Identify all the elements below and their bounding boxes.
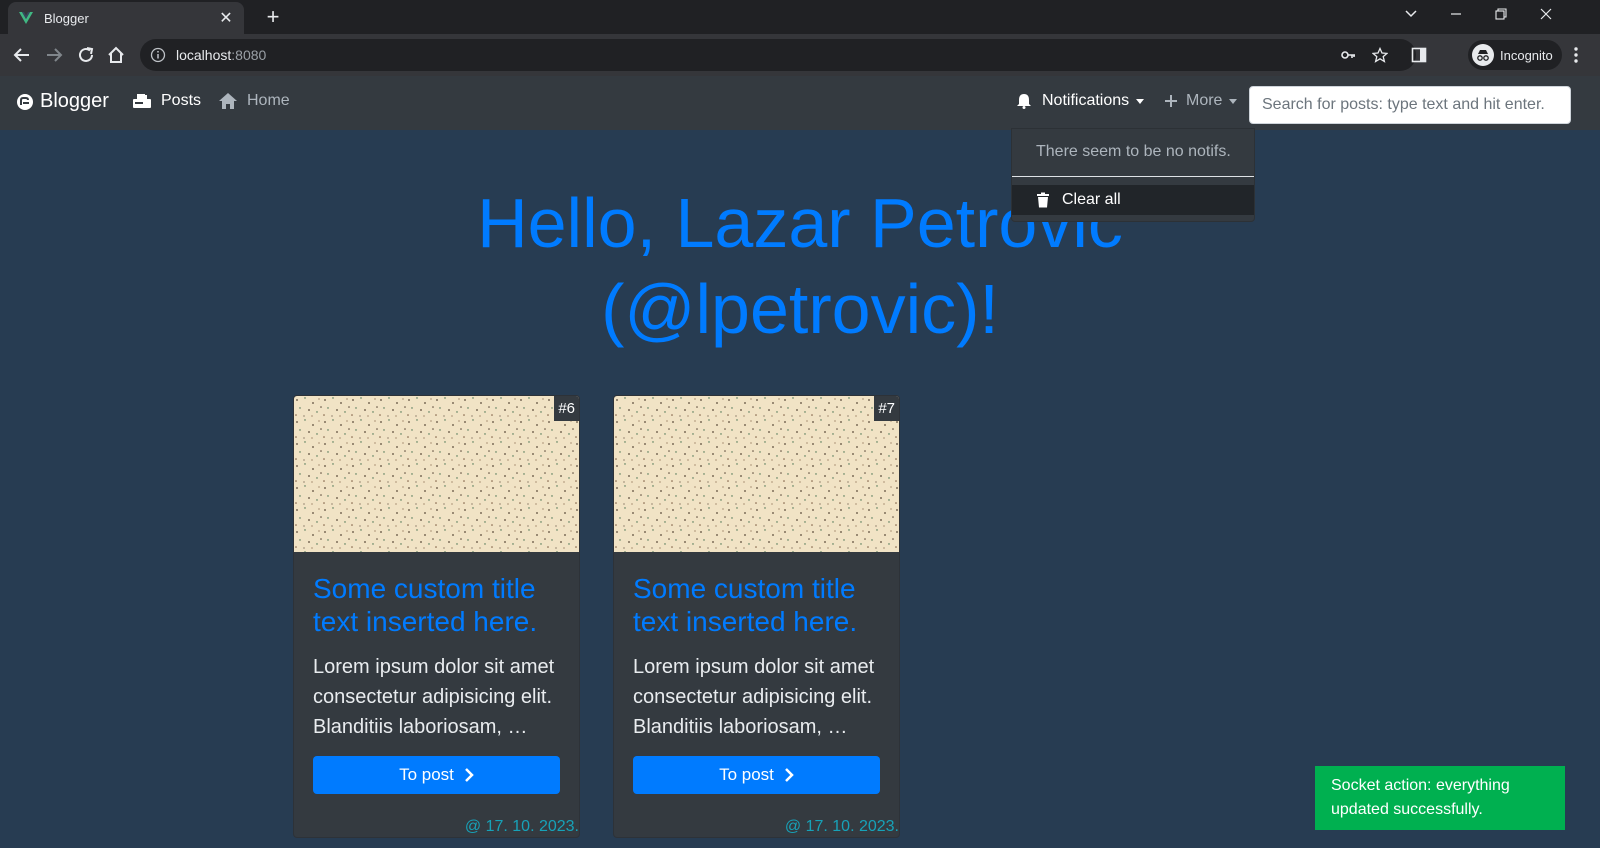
caret-down-icon — [1229, 98, 1238, 104]
side-panel-icon[interactable] — [1411, 47, 1427, 63]
url-text: localhost:8080 — [176, 47, 267, 63]
address-bar[interactable]: localhost:8080 — [140, 39, 1416, 71]
clear-all-label: Clear all — [1062, 191, 1121, 208]
to-post-label: To post — [399, 765, 454, 784]
blogger-logo-icon — [17, 93, 33, 110]
bell-icon — [1017, 94, 1031, 109]
post-cover-image: #7 — [614, 396, 899, 552]
notifications-dropdown-menu: There seem to be no notifs. Clear all — [1011, 128, 1255, 222]
vue-logo-icon — [19, 12, 33, 24]
post-excerpt: Lorem ipsum dolor sit amet consectetur a… — [313, 656, 555, 738]
brand-label: Blogger — [40, 90, 109, 112]
caret-down-icon — [1136, 98, 1145, 104]
post-date: @ 17. 10. 2023. — [784, 818, 899, 835]
key-icon[interactable] — [1340, 47, 1356, 63]
notifications-dropdown-toggle[interactable]: Notifications — [1016, 92, 1145, 110]
search-input[interactable] — [1249, 86, 1571, 124]
no-notifications-text: There seem to be no notifs. — [1036, 143, 1231, 160]
post-card: #7 Some custom title text inserted here.… — [613, 395, 900, 838]
post-title: Some custom title text inserted here. — [633, 573, 858, 637]
post-date: @ 17. 10. 2023. — [464, 818, 579, 835]
post-title: Some custom title text inserted here. — [313, 573, 538, 637]
browser-tab[interactable]: Blogger ✕ — [8, 2, 244, 34]
home-icon — [219, 93, 237, 109]
post-id-badge: #7 — [874, 396, 899, 421]
incognito-profile-button[interactable]: Incognito — [1468, 40, 1562, 70]
app-navbar: Blogger Posts Home Notifications More — [0, 76, 1600, 130]
tab-close-icon[interactable]: ✕ — [218, 8, 234, 28]
browser-menu-kebab-icon[interactable] — [1568, 46, 1584, 64]
brand-link[interactable]: Blogger — [16, 90, 109, 113]
back-arrow-icon[interactable] — [10, 43, 34, 67]
forward-arrow-icon[interactable] — [42, 43, 66, 67]
trash-icon — [1037, 192, 1049, 208]
reload-icon[interactable] — [74, 43, 98, 67]
incognito-icon — [1472, 44, 1494, 66]
restore-icon[interactable] — [1486, 4, 1516, 28]
greeting-line-1: Hello, Lazar Petrovic — [477, 184, 1123, 262]
dropdown-divider — [1012, 176, 1254, 177]
chevron-right-icon — [465, 768, 474, 782]
post-cover-image: #6 — [294, 396, 579, 552]
new-tab-plus-icon[interactable]: + — [260, 4, 286, 30]
plus-icon — [1165, 95, 1177, 107]
greeting-heading: Hello, Lazar Petrovic (@lpetrovic)! — [0, 180, 1600, 352]
to-post-button[interactable]: To post — [633, 756, 880, 794]
nav-link-home[interactable]: Home — [218, 92, 290, 110]
to-post-label: To post — [719, 765, 774, 784]
close-window-icon[interactable] — [1531, 4, 1561, 28]
bookmark-star-icon[interactable] — [1372, 47, 1388, 63]
home-button-icon[interactable] — [104, 43, 128, 67]
post-excerpt: Lorem ipsum dolor sit amet consectetur a… — [633, 656, 875, 738]
tab-title: Blogger — [44, 10, 89, 26]
tab-search-chevron-icon[interactable] — [1396, 4, 1426, 28]
site-info-icon[interactable] — [150, 47, 166, 63]
greeting-line-2: (@lpetrovic)! — [601, 270, 999, 348]
browser-tabstrip: Blogger ✕ + — [0, 0, 1600, 34]
incognito-label: Incognito — [1500, 47, 1553, 63]
post-id-badge: #6 — [554, 396, 579, 421]
more-label: More — [1186, 92, 1223, 109]
nav-link-posts[interactable]: Posts — [132, 92, 201, 110]
nav-link-home-label: Home — [247, 92, 290, 109]
more-dropdown-toggle[interactable]: More — [1164, 92, 1238, 110]
browser-toolbar: localhost:8080 Incognito — [0, 34, 1600, 76]
chevron-right-icon — [785, 768, 794, 782]
to-post-button[interactable]: To post — [313, 756, 560, 794]
notifications-label: Notifications — [1042, 92, 1130, 109]
success-toast[interactable]: Socket action: everything updated succes… — [1315, 766, 1565, 830]
nav-link-posts-label: Posts — [161, 92, 202, 109]
mailbox-icon — [133, 94, 151, 108]
post-card: #6 Some custom title text inserted here.… — [293, 395, 580, 838]
minimize-icon[interactable] — [1441, 4, 1471, 28]
clear-all-button[interactable]: Clear all — [1012, 185, 1254, 215]
